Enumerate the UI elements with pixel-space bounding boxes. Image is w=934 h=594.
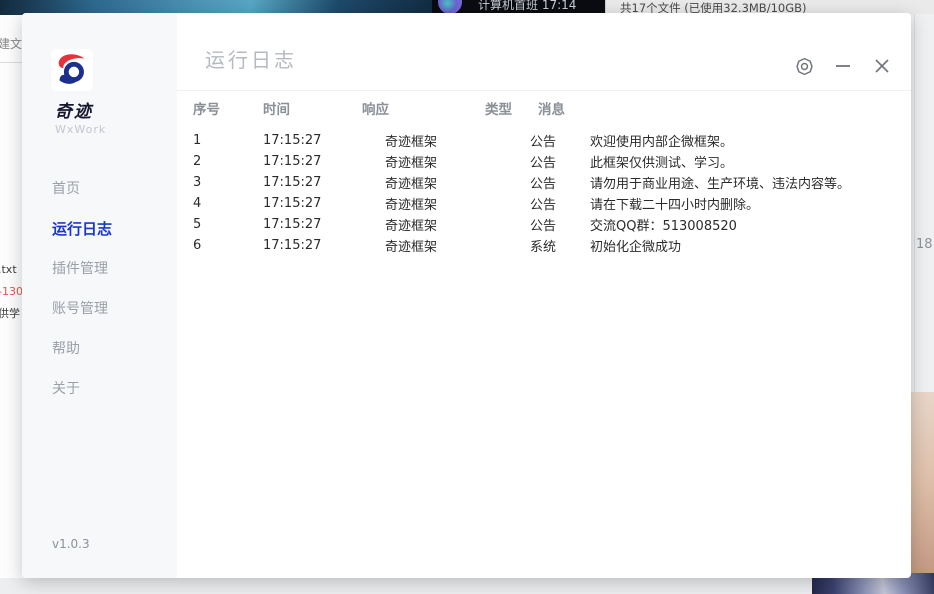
column-header: 响应 <box>362 98 485 118</box>
table-header: 序号时间响应类型消息 <box>193 97 901 119</box>
column-header: 序号 <box>193 98 263 118</box>
table-body: 117:15:27奇迹框架公告欢迎使用内部企微框架。217:15:27奇迹框架公… <box>193 130 901 256</box>
divider <box>0 62 23 63</box>
table-cell: 公告 <box>530 152 590 171</box>
sidebar-item-插件管理[interactable]: 插件管理 <box>22 249 177 289</box>
taskbar-light-fragment: 共17个文件 (已使用32.3MB/10GB) <box>605 0 934 14</box>
sidebar-item-首页[interactable]: 首页 <box>22 169 177 209</box>
table-cell: 2 <box>193 154 263 169</box>
table-cell: 奇迹框架 <box>385 215 530 234</box>
column-header: 类型 <box>485 98 538 118</box>
table-cell: 公告 <box>530 131 590 150</box>
sidebar-nav: 首页运行日志插件管理账号管理帮助关于 <box>22 169 177 409</box>
app-window: 奇迹 WxWork 首页运行日志插件管理账号管理帮助关于 v1.0.3 运行日志 <box>22 13 911 578</box>
table-cell: 奇迹框架 <box>385 152 530 171</box>
close-icon[interactable] <box>871 55 893 77</box>
table-cell: 欢迎使用内部企微框架。 <box>590 131 901 150</box>
minimize-icon[interactable] <box>832 55 854 77</box>
table-cell: 5 <box>193 217 263 232</box>
app-orb-icon <box>438 0 462 14</box>
version-label: v1.0.3 <box>52 537 90 551</box>
divider <box>177 90 911 91</box>
table-cell: 3 <box>193 175 263 190</box>
table-cell: 17:15:27 <box>263 238 385 253</box>
table-cell: 17:15:27 <box>263 133 385 148</box>
right-fragment-text: 18 <box>916 237 933 252</box>
window-controls <box>793 55 893 77</box>
taskbar-light-caption: 共17个文件 (已使用32.3MB/10GB) <box>620 0 807 14</box>
sidebar-item-运行日志[interactable]: 运行日志 <box>22 209 177 249</box>
table-cell: 公告 <box>530 194 590 213</box>
background-photo-fragment <box>911 392 934 594</box>
table-row[interactable]: 617:15:27奇迹框架系统初始化企微成功 <box>193 235 901 256</box>
table-cell: 奇迹框架 <box>385 236 530 255</box>
log-table: 序号时间响应类型消息 117:15:27奇迹框架公告欢迎使用内部企微框架。217… <box>193 97 901 256</box>
table-cell: 17:15:27 <box>263 196 385 211</box>
table-cell: 奇迹框架 <box>385 131 530 150</box>
main-content: 运行日志 序号时间响应类型消息 117:15:27 <box>177 13 911 578</box>
app-name: 奇迹 <box>55 97 93 122</box>
table-cell: 奇迹框架 <box>385 173 530 192</box>
sidebar-item-账号管理[interactable]: 账号管理 <box>22 289 177 329</box>
sidebar-item-帮助[interactable]: 帮助 <box>22 329 177 369</box>
table-row[interactable]: 217:15:27奇迹框架公告此框架仅供测试、学习。 <box>193 151 901 172</box>
table-cell: 4 <box>193 196 263 211</box>
table-cell: 公告 <box>530 173 590 192</box>
app-subtitle: WxWork <box>55 123 106 136</box>
sidebar: 奇迹 WxWork 首页运行日志插件管理账号管理帮助关于 v1.0.3 <box>22 13 177 578</box>
table-cell: 请勿用于商业用途、生产环境、违法内容等。 <box>590 173 901 192</box>
table-cell: 初始化企微成功 <box>590 236 901 255</box>
table-cell: 公告 <box>530 215 590 234</box>
desktop-bottom-fragment <box>0 578 934 594</box>
left-fragment-note: 供学 <box>0 305 20 321</box>
table-row[interactable]: 317:15:27奇迹框架公告请勿用于商业用途、生产环境、违法内容等。 <box>193 172 901 193</box>
table-cell: 此框架仅供测试、学习。 <box>590 152 901 171</box>
table-cell: 17:15:27 <box>263 175 385 190</box>
table-row[interactable]: 417:15:27奇迹框架公告请在下载二十四小时内删除。 <box>193 193 901 214</box>
taskbar-dark-caption: 计算机首班 17:14 <box>478 0 576 13</box>
left-background-window-fragment: 建文 .txt -130 供学 <box>0 15 23 578</box>
column-header: 时间 <box>263 98 362 118</box>
sidebar-item-关于[interactable]: 关于 <box>22 369 177 409</box>
left-fragment-number: -130 <box>0 285 23 298</box>
left-fragment-filename: .txt <box>0 263 17 276</box>
table-row[interactable]: 517:15:27奇迹框架公告交流QQ群：513008520 <box>193 214 901 235</box>
left-fragment-text: 建文 <box>0 35 22 52</box>
table-cell: 1 <box>193 133 263 148</box>
table-cell: 交流QQ群：513008520 <box>590 215 901 234</box>
table-cell: 奇迹框架 <box>385 194 530 213</box>
table-cell: 请在下载二十四小时内删除。 <box>590 194 901 213</box>
table-cell: 6 <box>193 238 263 253</box>
app-logo-icon <box>51 49 93 91</box>
column-header: 消息 <box>538 98 901 118</box>
settings-icon[interactable] <box>793 55 815 77</box>
table-cell: 系统 <box>530 236 590 255</box>
table-cell: 17:15:27 <box>263 154 385 169</box>
table-cell: 17:15:27 <box>263 217 385 232</box>
table-row[interactable]: 117:15:27奇迹框架公告欢迎使用内部企微框架。 <box>193 130 901 151</box>
page-title: 运行日志 <box>205 44 297 73</box>
